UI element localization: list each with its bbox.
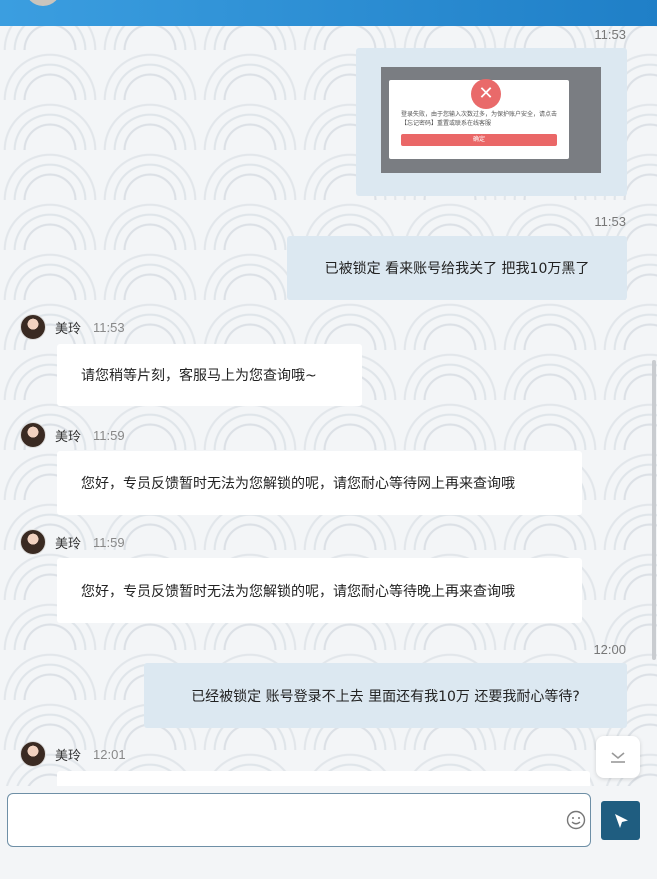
agent-avatar[interactable] bbox=[20, 741, 46, 767]
message-time: 11:53 bbox=[594, 214, 626, 229]
message-input[interactable] bbox=[7, 793, 591, 847]
outgoing-message[interactable]: 已经被锁定 账号登录不上去 里面还有我10万 还要我耐心等待? bbox=[144, 663, 627, 728]
sender-name: 美玲 bbox=[55, 748, 82, 764]
outgoing-message[interactable]: 已被锁定 看来账号给我关了 把我10万黑了 bbox=[287, 236, 627, 300]
message-time: 11:53 bbox=[93, 319, 125, 335]
sender-name: 美玲 bbox=[55, 321, 82, 337]
agent-avatar[interactable] bbox=[20, 314, 46, 340]
composer-bar bbox=[0, 786, 657, 879]
agent-avatar[interactable] bbox=[20, 529, 46, 555]
message-sender: 美玲 11:53 bbox=[20, 314, 125, 340]
image-message[interactable]: ✕ 登录失败，由于您输入次数过多，为保护账户安全，请点击【忘记密码】重置或联系在… bbox=[356, 48, 627, 196]
message-time: 11:59 bbox=[93, 427, 125, 443]
sender-name: 美玲 bbox=[55, 429, 82, 445]
message-sender: 美玲 11:59 bbox=[20, 529, 125, 555]
message-time: 12:00 bbox=[593, 642, 626, 657]
scrollbar[interactable] bbox=[652, 360, 656, 660]
scroll-to-bottom-button[interactable] bbox=[596, 736, 640, 778]
error-x-icon: ✕ bbox=[471, 79, 501, 109]
message-time: 11:53 bbox=[594, 27, 626, 42]
send-icon bbox=[614, 813, 628, 828]
incoming-message[interactable]: 您好，专员反馈暂时无法为您解锁的呢，请您耐心等待晚上再来查询哦 bbox=[57, 558, 582, 623]
sender-name: 美玲 bbox=[55, 536, 82, 552]
agent-avatar[interactable] bbox=[20, 422, 46, 448]
message-time: 12:01 bbox=[93, 746, 126, 762]
error-dialog-text: 登录失败，由于您输入次数过多，为保护账户安全，请点击【忘记密码】重置或联系在线客… bbox=[401, 111, 558, 127]
dialog-confirm-button: 确定 bbox=[401, 134, 557, 146]
incoming-message[interactable]: 您好，专员反馈暂时无法为您解锁的呢，请您耐心等待网上再来查询哦 bbox=[57, 451, 582, 515]
header-bar bbox=[0, 0, 657, 26]
message-time: 11:59 bbox=[93, 534, 125, 550]
message-sender: 美玲 11:59 bbox=[20, 422, 125, 448]
smiley-icon[interactable] bbox=[566, 810, 586, 830]
message-sender: 美玲 12:01 bbox=[20, 741, 126, 767]
error-dialog: ✕ 登录失败，由于您输入次数过多，为保护账户安全，请点击【忘记密码】重置或联系在… bbox=[389, 79, 569, 159]
chevron-down-icon bbox=[611, 752, 625, 763]
header-avatar[interactable] bbox=[25, 0, 61, 6]
incoming-message[interactable]: 请您稍等片刻，客服马上为您查询哦~ bbox=[57, 344, 362, 406]
send-button[interactable] bbox=[601, 801, 640, 840]
screenshot-image: ✕ 登录失败，由于您输入次数过多，为保护账户安全，请点击【忘记密码】重置或联系在… bbox=[381, 67, 601, 173]
